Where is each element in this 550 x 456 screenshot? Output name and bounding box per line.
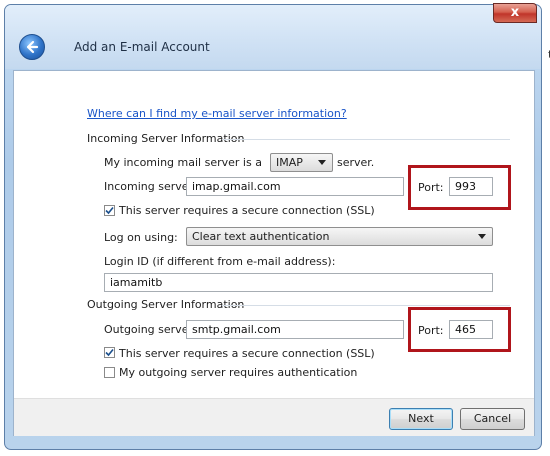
chevron-down-icon: [318, 160, 326, 165]
checkmark-icon: [105, 348, 114, 357]
incoming-server-type-select[interactable]: IMAP: [270, 153, 333, 172]
button-bar: [14, 398, 534, 436]
incoming-section-divider: [222, 139, 510, 140]
checkmark-icon: [105, 206, 114, 215]
incoming-ssl-label: This server requires a secure connection…: [119, 204, 375, 217]
logon-label: Log on using:: [104, 231, 178, 244]
chevron-down-icon: [478, 234, 486, 239]
outgoing-port-label: Port:: [418, 324, 444, 337]
incoming-server-type-value: IMAP: [276, 156, 303, 169]
incoming-server-label: Incoming server:: [104, 180, 197, 193]
outgoing-port-input[interactable]: 465: [449, 320, 493, 339]
outgoing-section-divider: [222, 305, 510, 306]
incoming-type-suffix: server.: [337, 156, 375, 169]
next-button[interactable]: Next: [389, 408, 453, 430]
outgoing-ssl-label: This server requires a secure connection…: [119, 347, 375, 360]
login-id-label: Login ID (if different from e-mail addre…: [104, 255, 336, 268]
incoming-section-title: Incoming Server Information: [87, 132, 245, 145]
back-button[interactable]: [19, 34, 45, 60]
outgoing-section-title: Outgoing Server Information: [87, 298, 245, 311]
logon-method-value: Clear text authentication: [192, 230, 330, 243]
close-button[interactable]: x: [493, 3, 537, 23]
outgoing-auth-label: My outgoing server requires authenticati…: [119, 366, 358, 379]
outgoing-ssl-checkbox[interactable]: [104, 347, 115, 358]
outgoing-server-input[interactable]: smtp.gmail.com: [186, 320, 404, 339]
login-id-input[interactable]: iamamitb: [104, 273, 493, 292]
title-bar: [5, 5, 541, 69]
incoming-type-prefix: My incoming mail server is a: [104, 156, 262, 169]
logon-method-select[interactable]: Clear text authentication: [186, 227, 493, 246]
cancel-button[interactable]: Cancel: [460, 408, 525, 430]
server-info-help-link[interactable]: Where can I find my e-mail server inform…: [87, 107, 347, 120]
incoming-server-input[interactable]: imap.gmail.com: [186, 177, 404, 196]
outgoing-server-label: Outgoing server:: [104, 323, 197, 336]
outgoing-auth-checkbox[interactable]: [104, 367, 115, 378]
close-icon: x: [510, 5, 520, 20]
content-panel: [13, 70, 535, 436]
incoming-port-input[interactable]: 993: [449, 177, 493, 196]
incoming-port-label: Port:: [418, 181, 444, 194]
incoming-ssl-checkbox[interactable]: [104, 205, 115, 216]
back-arrow-icon: [26, 40, 39, 54]
dialog-title: Add an E-mail Account: [74, 40, 210, 54]
